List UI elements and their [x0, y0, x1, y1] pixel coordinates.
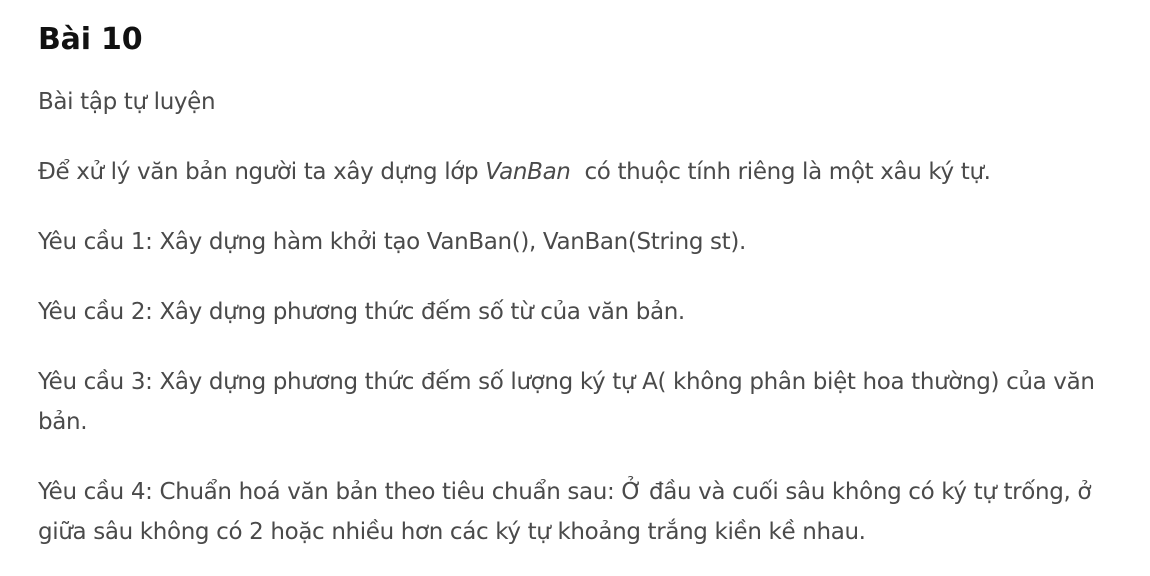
class-name: VanBan — [485, 159, 571, 185]
exercise-intro: Để xử lý văn bản người ta xây dựng lớp V… — [38, 152, 1118, 192]
requirement-1: Yêu cầu 1: Xây dựng hàm khởi tạo VanBan(… — [38, 229, 746, 255]
intro-text-after: có thuộc tính riêng là một xâu ký tự. — [570, 159, 991, 185]
requirement-3: Yêu cầu 3: Xây dựng phương thức đếm số l… — [38, 369, 1095, 435]
exercise-content: Bài 10 Bài tập tự luyện Để xử lý văn bản… — [38, 18, 1118, 552]
requirement-4: Yêu cầu 4: Chuẩn hoá văn bản theo tiêu c… — [38, 479, 1092, 545]
requirement-2: Yêu cầu 2: Xây dựng phương thức đếm số t… — [38, 299, 685, 325]
intro-text-before: Để xử lý văn bản người ta xây dựng lớp — [38, 159, 486, 185]
exercise-heading: Bài 10 — [38, 22, 143, 57]
exercise-subtitle: Bài tập tự luyện — [38, 89, 216, 115]
